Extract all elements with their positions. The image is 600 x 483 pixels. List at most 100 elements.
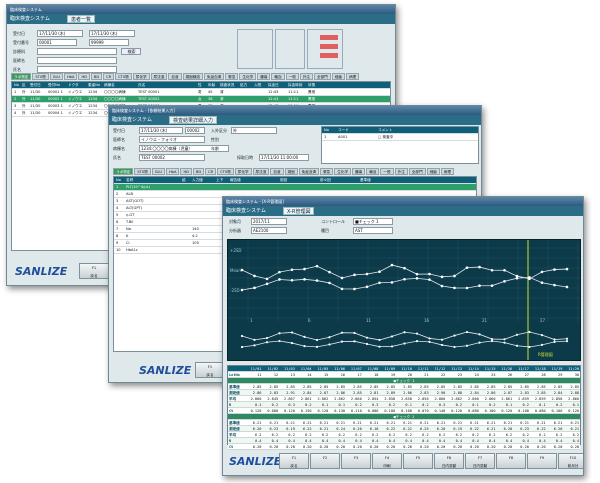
tab-12[interactable]: 免疫血清 <box>298 168 320 175</box>
month-field[interactable]: 2017/11 <box>251 218 287 225</box>
tab-4[interactable]: HD <box>180 168 192 175</box>
column-header[interactable]: 前々回 <box>318 177 358 183</box>
name-field[interactable]: TEST 00002 <box>139 154 205 161</box>
tab-20[interactable]: 細菌 <box>331 73 345 80</box>
tab-21[interactable]: 病理 <box>440 168 454 175</box>
date-cell[interactable]: 11/02 <box>262 366 279 371</box>
tab-11[interactable]: 凝固 <box>284 168 298 175</box>
table-row[interactable]: 2 外 11/30 00002 1 イノウエ 1234 〇〇〇〇病棟 TEST 00002 女 3… <box>12 96 390 103</box>
date-cell[interactable]: 11/10 <box>396 366 413 371</box>
date-to-field[interactable]: 17/11/30 (木) <box>89 30 135 37</box>
tab-6[interactable]: CR <box>205 168 217 175</box>
subtab-xr-chart[interactable]: X-R管理図 <box>283 207 315 215</box>
column-header[interactable]: 入院 <box>252 82 266 88</box>
column-header[interactable]: 結 <box>180 177 190 183</box>
column-header[interactable]: 前回 <box>278 177 318 183</box>
tab-15[interactable]: 腫瘍 <box>352 168 366 175</box>
date-cell[interactable]: 11/19 <box>547 366 564 371</box>
column-header[interactable]: 報告値 <box>228 177 278 183</box>
tab-18[interactable]: 外注 <box>394 168 408 175</box>
table-row[interactable]: 1 PLT(10^4/μL) <box>114 184 476 191</box>
function-key-f1[interactable]: F1 戻る <box>79 263 109 279</box>
tab-0[interactable]: ラボ測定 <box>11 73 32 80</box>
tab-0[interactable]: ラボ測定 <box>113 168 134 175</box>
function-key-f2[interactable]: F2 <box>310 453 340 469</box>
number-from-field[interactable]: 00001 <box>37 39 77 46</box>
column-header[interactable]: No <box>322 127 336 133</box>
column-header[interactable]: ドクタ <box>66 82 86 88</box>
tab-9[interactable]: 尿沈渣 <box>150 73 168 80</box>
date-cell[interactable]: 11/03 <box>279 366 296 371</box>
tab-20[interactable]: 細菌 <box>426 168 440 175</box>
tab-12[interactable]: 免疫血清 <box>203 73 225 80</box>
blood-field[interactable]: 17/11/30 11:00:00 <box>259 154 309 161</box>
date-field[interactable]: 17/11/30 (木) <box>139 127 183 134</box>
column-header[interactable]: 処方 <box>238 82 252 88</box>
column-header[interactable]: 患者No <box>86 82 102 88</box>
column-header[interactable]: 氏名 <box>136 82 196 88</box>
date-cell[interactable]: 11/13 <box>446 366 463 371</box>
column-header[interactable]: 入力値 <box>190 177 214 183</box>
inpatient-field[interactable]: 外 <box>231 127 277 134</box>
table-row[interactable]: 1 外 11/30 00001 1 イノウエ 1234 〇〇〇〇病棟 TEST 00001 男 4… <box>12 89 390 96</box>
tab-5[interactable]: BD <box>192 168 205 175</box>
column-header[interactable]: No <box>114 177 124 183</box>
date-cell[interactable]: 11/16 <box>497 366 514 371</box>
function-key-f1[interactable]: F1 戻る <box>195 362 225 378</box>
column-header[interactable]: 年齢 <box>206 82 218 88</box>
column-header[interactable]: 上下 <box>214 177 228 183</box>
tab-19[interactable]: 全部門 <box>313 73 331 80</box>
function-key-f10[interactable]: F10 前月分 <box>558 453 583 469</box>
tab-10[interactable]: 血液 <box>270 168 284 175</box>
tab-17[interactable]: 一般 <box>285 73 299 80</box>
tab-8[interactable]: 尿化学 <box>234 168 252 175</box>
tab-9[interactable]: 尿沈渣 <box>252 168 270 175</box>
function-key-f7[interactable]: F7 日内変動 <box>465 453 495 469</box>
date-cell[interactable]: 11/15 <box>480 366 497 371</box>
column-header[interactable]: 採血日 <box>266 82 286 88</box>
tab-16[interactable]: 輸血 <box>366 168 380 175</box>
tab-17[interactable]: 一般 <box>380 168 394 175</box>
number-to-field[interactable]: 99999 <box>89 39 129 46</box>
control-field[interactable]: ■チェック 1 <box>353 218 393 225</box>
date-cell[interactable]: 11/17 <box>513 366 530 371</box>
tab-6[interactable]: CR <box>103 73 115 80</box>
tab-13[interactable]: 緊急 <box>320 168 334 175</box>
tab-4[interactable]: HD <box>78 73 90 80</box>
tab-7[interactable]: CTS物 <box>217 168 234 175</box>
function-key-f1[interactable]: F1 戻る <box>279 453 309 469</box>
function-key-f9[interactable]: F9 <box>527 453 557 469</box>
tab-1[interactable]: STS物 <box>32 73 49 80</box>
column-header[interactable]: 受付No <box>46 82 66 88</box>
column-header[interactable]: 区 <box>20 82 28 88</box>
function-key-f5[interactable]: F5 <box>403 453 433 469</box>
search-button[interactable]: 検索 <box>121 48 141 55</box>
date-cell[interactable]: 11/18 <box>530 366 547 371</box>
subtab-patient-list[interactable]: 患者一覧 <box>67 15 96 23</box>
tab-14[interactable]: 生化学 <box>239 73 257 80</box>
tab-2[interactable]: GLU <box>49 73 63 80</box>
column-header[interactable]: 状態 <box>306 82 326 88</box>
tab-14[interactable]: 生化学 <box>334 168 352 175</box>
doctor-field[interactable]: イノウエ・フォリオ <box>139 136 205 143</box>
comment-row[interactable]: 1 A001 □ 検査中 <box>322 134 478 141</box>
column-header[interactable]: No <box>12 82 20 88</box>
date-cell[interactable]: 11/04 <box>296 366 313 371</box>
tab-2[interactable]: GLU <box>151 168 165 175</box>
date-cell[interactable]: 11/12 <box>430 366 447 371</box>
column-header[interactable]: 採血時刻 <box>286 82 306 88</box>
kind-field[interactable]: AST <box>353 227 393 234</box>
name-field[interactable] <box>37 66 117 73</box>
column-header[interactable]: 病棟名 <box>102 82 136 88</box>
date-cell[interactable]: 11/14 <box>463 366 480 371</box>
date-cell[interactable]: 11/20 <box>563 366 580 371</box>
column-header[interactable]: コメント <box>376 127 476 133</box>
function-key-f4[interactable]: F4 印刷 <box>372 453 402 469</box>
tab-8[interactable]: 尿化学 <box>132 73 150 80</box>
accept-number-field[interactable]: 00002 <box>185 127 205 134</box>
column-header[interactable]: 受付日 <box>28 82 46 88</box>
tab-3[interactable]: HbA <box>165 168 180 175</box>
column-header[interactable]: コード <box>336 127 376 133</box>
tab-21[interactable]: 病理 <box>345 73 360 80</box>
date-cell[interactable]: 11/08 <box>363 366 380 371</box>
